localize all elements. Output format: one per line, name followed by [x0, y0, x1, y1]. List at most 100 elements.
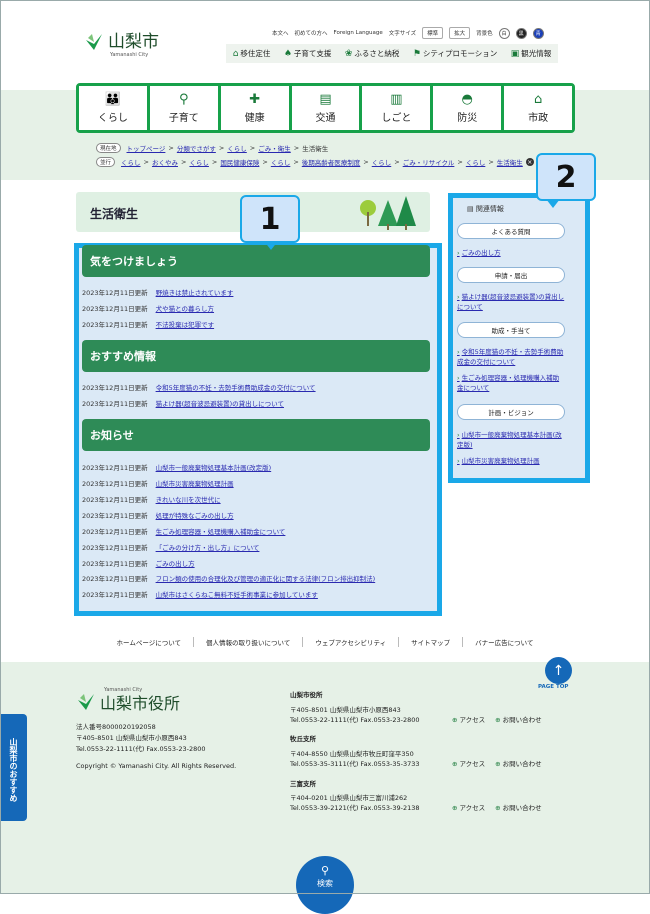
breadcrumb-link[interactable]: トップページ [127, 143, 166, 153]
breadcrumb-link[interactable]: くらし [466, 157, 486, 167]
office-address: 〒404-8550 山梨県山梨市牧丘町窪平350 [290, 750, 414, 758]
sub-nav-item[interactable]: ♠ 子育て支援 [284, 48, 332, 59]
breadcrumb-link[interactable]: くらし [189, 157, 209, 167]
main-nav-kurashi[interactable]: 👪 くらし [79, 86, 147, 130]
page-top-button[interactable]: ↑ [545, 657, 572, 684]
arrow-up-icon: ↑ [552, 662, 565, 679]
breadcrumb-current: 生活衛生 [302, 145, 329, 153]
main-nav: 👪 くらし ⚲ 子育て ✚ 健康 ▤ 交通 ▥ しごと ◓ 防災 ⌂ 市政 [76, 83, 575, 133]
bg-black-button[interactable]: 黒 [515, 27, 527, 39]
article-link[interactable]: 犬や猫との暮らし方 [156, 305, 214, 313]
bg-blue-button[interactable]: 青 [532, 27, 544, 39]
main-nav-shisei[interactable]: ⌂ 市政 [504, 86, 573, 130]
section-heading: お知らせ [82, 419, 430, 451]
office-name: 山梨市役所 [290, 691, 323, 699]
article-link[interactable]: きれいな川を次世代に [156, 496, 221, 504]
breadcrumb-link[interactable]: 後期高齢者医療制度 [302, 157, 361, 167]
text-only-link[interactable]: 本文へ [272, 29, 289, 37]
footer-nav-link[interactable]: サイトマップ [398, 637, 462, 647]
article-link[interactable]: ごみの出し方 [156, 560, 195, 568]
footer-logo[interactable]: Yamanashi City 山梨市役所 [76, 687, 180, 714]
sub-nav-item[interactable]: ❀ ふるさと納税 [345, 48, 400, 59]
article-link[interactable]: 処理が特殊なごみの出し方 [156, 512, 234, 520]
contact-link[interactable]: お問い合わせ [495, 802, 542, 812]
article-link[interactable]: 令和5年度猫の不妊・去勢手術費助成金の交付について [156, 384, 316, 392]
sub-nav-item[interactable]: ▣ 観光情報 [511, 48, 552, 59]
article-link[interactable]: 野焼きは禁止されています [156, 289, 234, 297]
breadcrumb-link[interactable]: くらし [271, 157, 291, 167]
office-links: アクセスお問い合わせ [452, 802, 542, 812]
main-nav-kotsu[interactable]: ▤ 交通 [291, 86, 360, 130]
breadcrumb-link[interactable]: おくやみ [152, 157, 178, 167]
article-link[interactable]: 山梨市はさくらねこ無料不妊手術事業に参加しています [156, 591, 318, 599]
search-button[interactable]: ⚲ 検索 [296, 856, 354, 914]
access-link[interactable]: アクセス [452, 714, 485, 724]
list-item: 2023年12月11日更新 猫よけ器(超音波忌避装置)の貸出しについて [82, 400, 284, 408]
house-icon: ⌂ [232, 49, 239, 59]
foreign-language-link[interactable]: Foreign Language [334, 30, 383, 36]
bg-white-button[interactable]: 白 [498, 27, 510, 39]
footer-nav-link[interactable]: 個人情報の取り扱いについて [193, 637, 302, 647]
flag-icon: ⚑ [412, 49, 421, 59]
list-item: 2023年12月11日更新 令和5年度猫の不妊・去勢手術費助成金の交付について [82, 384, 316, 392]
breadcrumb-link[interactable]: 分類でさがす [177, 143, 216, 153]
list-item: 2023年12月11日更新 処理が特殊なごみの出し方 [82, 512, 234, 520]
list-item: 2023年12月11日更新 生ごみ処理容器・処理機購入補助金について [82, 528, 286, 536]
main-nav-kenko[interactable]: ✚ 健康 [220, 86, 289, 130]
breadcrumb-link[interactable]: くらし [121, 157, 141, 167]
breadcrumb-link[interactable]: ごみ・衛生 [258, 143, 291, 153]
sub-nav-item[interactable]: ⚑ シティプロモーション [413, 48, 497, 59]
train-icon: ▤ [319, 92, 332, 107]
sidebar-link[interactable]: 山梨市災害廃棄物処理計画 [457, 456, 565, 466]
main-nav-kosodate[interactable]: ⚲ 子育て [149, 86, 218, 130]
article-link[interactable]: 猫よけ器(超音波忌避装置)の貸出しについて [156, 400, 284, 408]
footer-nav-link[interactable]: ホームページについて [105, 637, 193, 647]
article-link[interactable]: 「ごみの分け方・出し方」について [156, 544, 260, 552]
recommend-side-tab[interactable]: 山梨市のおすすめ [0, 714, 27, 821]
font-standard-button[interactable]: 標準 [422, 27, 444, 39]
main-nav-bosai[interactable]: ◓ 防災 [433, 86, 502, 130]
article-link[interactable]: 山梨市一般廃棄物処理基本計画(改定版) [156, 464, 272, 472]
main-nav-shigoto[interactable]: ▥ しごと [362, 86, 431, 130]
article-link[interactable]: フロン類の使用の合理化及び管理の適正化に関する法律(フロン排出抑制法) [156, 575, 376, 583]
list-item: 2023年12月11日更新 山梨市災害廃棄物処理計画 [82, 480, 234, 488]
contact-link[interactable]: お問い合わせ [495, 714, 542, 724]
list-item: 2023年12月11日更新 犬や猫との暮らし方 [82, 305, 215, 313]
footer-nav-link[interactable]: バナー広告について [462, 637, 545, 647]
site-logo[interactable]: 山梨市 Yamanashi City [84, 31, 159, 58]
access-link[interactable]: アクセス [452, 802, 485, 812]
article-link[interactable]: 不法投棄は犯罪です [156, 321, 215, 329]
breadcrumb-link[interactable]: くらし [227, 143, 247, 153]
city-hall-icon: ⌂ [533, 92, 543, 107]
footer-nav-link[interactable]: ウェブアクセシビリティ [302, 637, 398, 647]
sidebar-link[interactable]: 山梨市一般廃棄物処理基本計画(改定版) [457, 430, 565, 450]
office-name: 三富支所 [290, 780, 316, 788]
copyright: Copyright © Yamanashi City. All Rights R… [76, 762, 237, 770]
sidebar-link[interactable]: ごみの出し方 [457, 248, 565, 258]
callout-2: 2 [536, 153, 596, 208]
breadcrumb-link[interactable]: くらし [372, 157, 392, 167]
font-enlarge-button[interactable]: 拡大 [449, 27, 471, 39]
sidebar-link[interactable]: 生ごみ処理容器・処理機購入補助金について [457, 373, 565, 393]
access-link[interactable]: アクセス [452, 758, 485, 768]
breadcrumb-link[interactable]: 国民健康保険 [220, 157, 259, 167]
sub-nav-item[interactable]: ⌂ 移住定住 [233, 48, 271, 59]
article-link[interactable]: 生ごみ処理容器・処理機購入補助金について [156, 528, 286, 536]
breadcrumb-tag: 並行 [96, 157, 116, 167]
contact-link[interactable]: お問い合わせ [495, 758, 542, 768]
sidebar-link[interactable]: 猫よけ器(超音波忌避装置)の貸出しについて [457, 292, 565, 312]
search-label: 検索 [317, 879, 333, 888]
footer-logo-en: Yamanashi City [104, 687, 143, 693]
first-visit-link[interactable]: 初めての方へ [295, 29, 328, 37]
list-item: 2023年12月11日更新 山梨市一般廃棄物処理基本計画(改定版) [82, 464, 272, 472]
breadcrumb-link[interactable]: 生活衛生 [497, 157, 523, 167]
office-tel: Tel.0553-22-1111(代) Fax.0553-23-2800 [290, 716, 420, 724]
article-link[interactable]: 山梨市災害廃棄物処理計画 [156, 480, 234, 488]
close-icon[interactable]: × [525, 158, 534, 166]
page-top-label[interactable]: PAGE TOP [538, 684, 568, 690]
font-size-label: 文字サイズ [388, 31, 417, 37]
section-heading: 気をつけましょう [82, 245, 430, 277]
breadcrumb-link[interactable]: ごみ・リサイクル [403, 157, 455, 167]
sidebar-link[interactable]: 令和5年度猫の不妊・去勢手術費助成金の交付について [457, 347, 565, 367]
logo-name: 山梨市 [108, 31, 159, 52]
